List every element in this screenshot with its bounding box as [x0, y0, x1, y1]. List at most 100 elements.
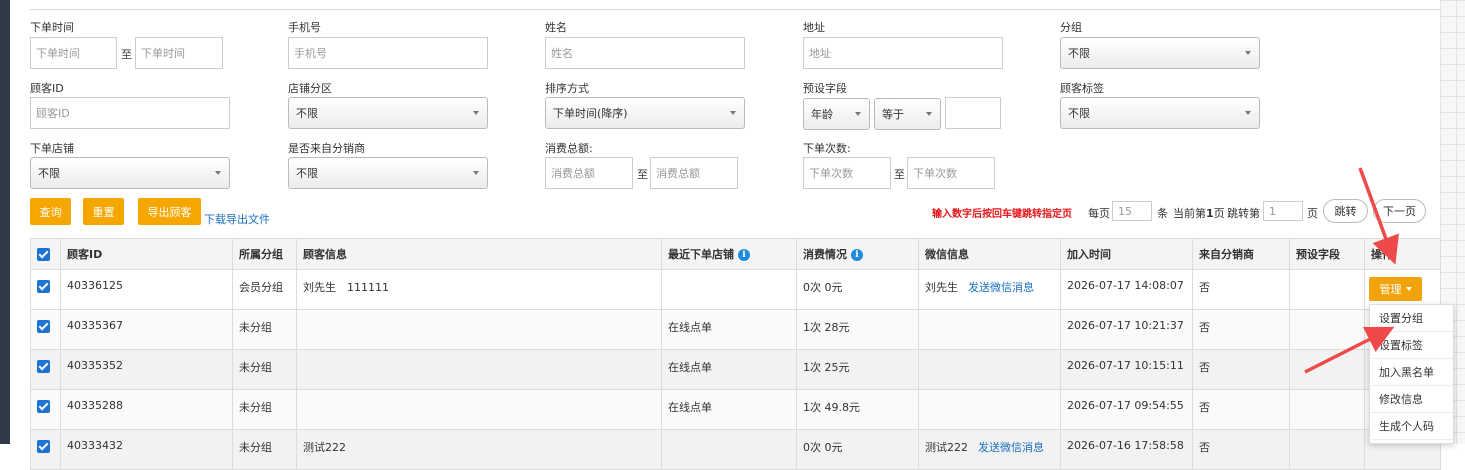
- col-group: 所属分组: [232, 238, 297, 270]
- query-button[interactable]: 查询: [30, 198, 71, 225]
- cell-customer-info: 刘先生 111111: [296, 269, 662, 310]
- checkbox-checked-icon[interactable]: [37, 247, 50, 261]
- cell-distributor: 否: [1192, 349, 1290, 390]
- cell-joined: 2026-07-17 10:15:11: [1060, 349, 1193, 390]
- menu-item-edit-info[interactable]: 修改信息: [1370, 386, 1453, 413]
- address-input[interactable]: 地址: [803, 37, 1003, 69]
- cell-spend: 1次 28元: [796, 309, 919, 350]
- total-spend-from-input[interactable]: 消费总额: [545, 157, 633, 189]
- row-checkbox-cell[interactable]: [30, 309, 61, 350]
- export-customers-button[interactable]: 导出顾客: [138, 198, 201, 225]
- select-all-cell[interactable]: [30, 238, 61, 270]
- reset-button[interactable]: 重置: [83, 198, 124, 225]
- cell-wechat: [918, 309, 1061, 350]
- col-spend: 消费情况 i: [796, 238, 919, 270]
- manage-button-label: 管理: [1379, 283, 1402, 296]
- cell-customer-id: 40335352: [60, 349, 233, 390]
- phone-input[interactable]: 手机号: [288, 37, 488, 69]
- total-spend-to-input[interactable]: 消费总额: [650, 157, 738, 189]
- cell-joined: 2026-07-17 14:08:07: [1060, 269, 1193, 310]
- store-zone-select[interactable]: 不限: [288, 97, 488, 129]
- store-zone-select-value: 不限: [296, 107, 318, 120]
- jump-page-input[interactable]: 1: [1263, 201, 1303, 221]
- info-icon[interactable]: i: [738, 249, 750, 261]
- chevron-down-icon: [1245, 111, 1251, 115]
- chevron-down-icon: [730, 111, 736, 115]
- cell-joined: 2026-07-17 09:54:55: [1060, 389, 1193, 430]
- group-select[interactable]: 不限: [1060, 37, 1260, 69]
- cell-distributor: 否: [1192, 389, 1290, 430]
- menu-item-blacklist[interactable]: 加入黑名单: [1370, 359, 1453, 386]
- download-export-link[interactable]: 下载导出文件: [204, 211, 270, 227]
- checkbox-checked-icon[interactable]: [37, 279, 50, 293]
- from-distributor-label: 是否来自分销商: [288, 142, 365, 155]
- top-divider: [30, 9, 1440, 10]
- store-select-value: 不限: [38, 167, 60, 180]
- chevron-down-icon: [215, 171, 221, 175]
- cell-customer-info: [296, 349, 662, 390]
- send-wechat-link[interactable]: 发送微信消息: [978, 441, 1044, 454]
- preset-value-input[interactable]: [945, 97, 1001, 129]
- info-icon[interactable]: i: [851, 249, 863, 261]
- cell-recent-store: 在线点单: [661, 389, 797, 430]
- cell-customer-info: 测试222: [296, 429, 662, 470]
- next-page-button[interactable]: 下一页: [1373, 199, 1426, 223]
- cell-spend: 1次 49.8元: [796, 389, 919, 430]
- address-label: 地址: [803, 21, 825, 34]
- group-select-value: 不限: [1068, 47, 1090, 60]
- menu-item-set-tag[interactable]: 设置标签: [1370, 332, 1453, 359]
- customer-tag-select[interactable]: 不限: [1060, 97, 1260, 129]
- cell-spend: 0次 0元: [796, 429, 919, 470]
- sort-select[interactable]: 下单时间(降序): [545, 97, 745, 129]
- per-page-label: 每页: [1088, 207, 1110, 220]
- menu-item-set-group[interactable]: 设置分组: [1370, 305, 1453, 332]
- table-row: 40335288 未分组 在线点单 1次 49.8元 2026-07-17 09…: [30, 389, 1441, 430]
- preset-field-select[interactable]: 年龄: [803, 98, 870, 130]
- order-time-to-label: 至: [121, 48, 132, 61]
- cell-recent-store: 在线点单: [661, 349, 797, 390]
- menu-item-personal-code[interactable]: 生成个人码: [1370, 413, 1453, 440]
- chevron-down-icon: [855, 112, 861, 116]
- row-checkbox-cell[interactable]: [30, 429, 61, 470]
- order-time-from-input[interactable]: 下单时间: [30, 37, 117, 69]
- cell-distributor: 否: [1192, 309, 1290, 350]
- phone-label: 手机号: [288, 21, 321, 34]
- cell-customer-id: 40333432: [60, 429, 233, 470]
- order-count-to-input[interactable]: 下单次数: [907, 157, 995, 189]
- per-page-unit: 条: [1157, 207, 1168, 220]
- row-checkbox-cell[interactable]: [30, 269, 61, 310]
- jump-unit: 页: [1307, 207, 1318, 220]
- name-input[interactable]: 姓名: [545, 37, 745, 69]
- cell-wechat: 刘先生 发送微信消息: [918, 269, 1061, 310]
- cell-preset: [1289, 389, 1365, 430]
- checkbox-checked-icon[interactable]: [37, 399, 50, 413]
- chevron-down-icon: [926, 112, 932, 116]
- checkbox-checked-icon[interactable]: [37, 319, 50, 333]
- table-header-row: 顾客ID 所属分组 顾客信息 最近下单店铺 i 消费情况 i 微信信息 加入时间 来…: [30, 238, 1441, 270]
- manage-button[interactable]: 管理: [1369, 277, 1422, 301]
- col-recent-store-label: 最近下单店铺: [668, 248, 734, 261]
- from-distributor-select[interactable]: 不限: [288, 157, 488, 189]
- send-wechat-link[interactable]: 发送微信消息: [968, 281, 1034, 294]
- store-select[interactable]: 不限: [30, 157, 230, 189]
- customer-id-input[interactable]: 顾客ID: [30, 97, 230, 129]
- checkbox-checked-icon[interactable]: [37, 359, 50, 373]
- cell-joined: 2026-07-16 17:58:58: [1060, 429, 1193, 470]
- cell-preset: [1289, 429, 1365, 470]
- order-count-to-label: 至: [894, 168, 905, 181]
- preset-op-select[interactable]: 等于: [874, 98, 941, 130]
- per-page-input[interactable]: 15: [1112, 201, 1152, 221]
- checkbox-checked-icon[interactable]: [37, 439, 50, 453]
- row-checkbox-cell[interactable]: [30, 349, 61, 390]
- order-count-from-input[interactable]: 下单次数: [803, 157, 891, 189]
- table-row: 40335367 未分组 在线点单 1次 28元 2026-07-17 10:2…: [30, 309, 1441, 350]
- preset-field-label: 预设字段: [803, 82, 847, 95]
- current-page-label: 当前第: [1173, 207, 1206, 220]
- row-checkbox-cell[interactable]: [30, 389, 61, 430]
- store-zone-label: 店铺分区: [288, 82, 332, 95]
- current-page-text: 当前第1页: [1173, 205, 1225, 221]
- cell-wechat: 测试222 发送微信消息: [918, 429, 1061, 470]
- group-label: 分组: [1060, 21, 1082, 34]
- order-time-to-input[interactable]: 下单时间: [135, 37, 223, 69]
- jump-button[interactable]: 跳转: [1323, 199, 1368, 223]
